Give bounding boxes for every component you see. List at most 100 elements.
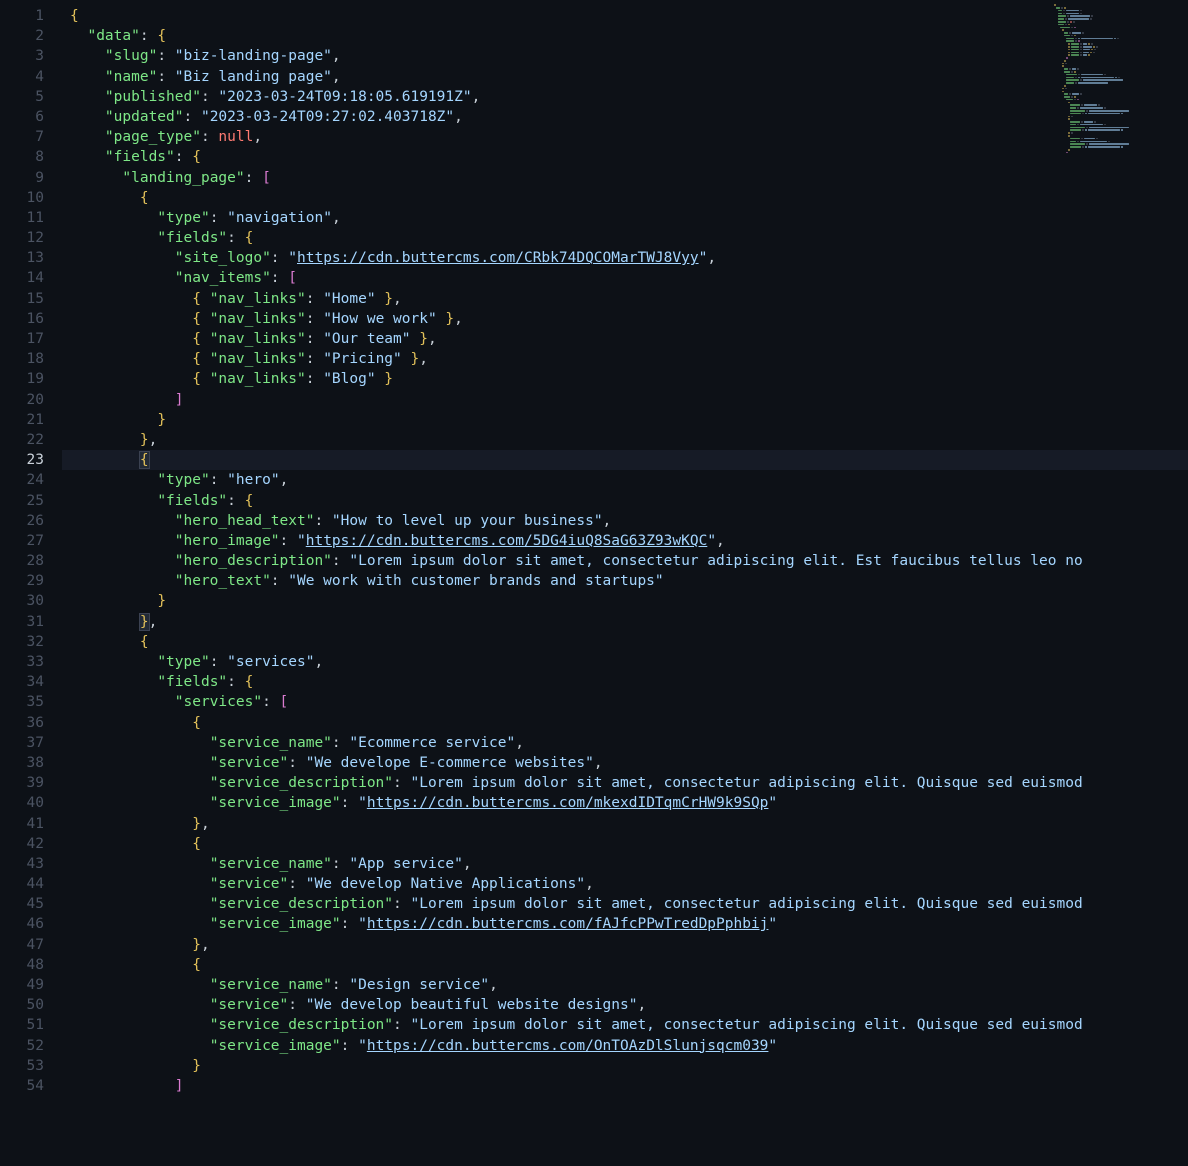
code-line[interactable]: "type": "navigation", (62, 208, 1188, 228)
code-line[interactable]: "service_image": "https://cdn.buttercms.… (62, 1036, 1188, 1056)
token-brace: { (245, 674, 254, 690)
code-line[interactable]: "data": { (62, 26, 1188, 46)
line-number: 5 (0, 87, 62, 107)
token-str: "Lorem ipsum dolor sit amet, consectetur… (410, 896, 1082, 912)
line-number: 31 (0, 612, 62, 632)
code-line[interactable]: }, (62, 430, 1188, 450)
token-punc: : (341, 1038, 358, 1054)
code-line[interactable]: "service_name": "Design service", (62, 975, 1188, 995)
token-punc: : (201, 89, 218, 105)
code-line[interactable]: "services": [ (62, 692, 1188, 712)
code-line[interactable]: "fields": { (62, 228, 1188, 248)
token-punc: : (175, 149, 192, 165)
code-line[interactable]: { (62, 6, 1188, 26)
token-brace: } (192, 937, 201, 953)
code-area[interactable]: { "data": { "slug": "biz-landing-page", … (62, 0, 1188, 1166)
code-line[interactable]: { (62, 834, 1188, 854)
token-punc: : (306, 291, 323, 307)
code-line[interactable]: { (62, 450, 1188, 470)
code-line[interactable]: ] (62, 390, 1188, 410)
code-line[interactable]: "hero_description": "Lorem ipsum dolor s… (62, 551, 1188, 571)
line-number: 48 (0, 955, 62, 975)
code-line[interactable]: }, (62, 612, 1188, 632)
token-punc: : (288, 755, 305, 771)
token-str: "Our team" (323, 331, 410, 347)
code-line[interactable]: } (62, 591, 1188, 611)
line-number: 13 (0, 248, 62, 268)
gutter-line-numbers[interactable]: 1234567891011121314151617181920212223242… (0, 0, 62, 1166)
token-punc: : (210, 210, 227, 226)
code-line[interactable]: { (62, 713, 1188, 733)
token-link: https://cdn.buttercms.com/5DG4iuQ8SaG63Z… (306, 533, 708, 549)
code-line[interactable]: "nav_items": [ (62, 268, 1188, 288)
code-editor[interactable]: 1234567891011121314151617181920212223242… (0, 0, 1188, 1166)
token-brace: } (192, 1058, 201, 1074)
code-line[interactable]: { "nav_links": "Blog" } (62, 369, 1188, 389)
token-key: "service_description" (210, 896, 393, 912)
code-line[interactable]: { (62, 188, 1188, 208)
code-line[interactable]: "hero_text": "We work with customer bran… (62, 571, 1188, 591)
line-number: 19 (0, 369, 62, 389)
token-punc: : (393, 775, 410, 791)
code-line[interactable]: "service": "We develop Native Applicatio… (62, 874, 1188, 894)
token-bracket: [ (262, 170, 271, 186)
token-bracket: ] (175, 392, 184, 408)
code-line[interactable]: "page_type": null, (62, 127, 1188, 147)
token-punc: , (603, 513, 612, 529)
code-line[interactable]: "landing_page": [ (62, 168, 1188, 188)
token-punc: , (637, 997, 646, 1013)
code-line[interactable]: "service_description": "Lorem ipsum dolo… (62, 1015, 1188, 1035)
token-str: " (358, 916, 367, 932)
code-line[interactable]: "updated": "2023-03-24T09:27:02.403718Z"… (62, 107, 1188, 127)
token-punc: : (271, 250, 288, 266)
token-punc: , (280, 472, 289, 488)
token-brace: } (157, 412, 166, 428)
code-line[interactable]: { "nav_links": "Pricing" }, (62, 349, 1188, 369)
token-punc: : (210, 472, 227, 488)
code-line[interactable]: "type": "services", (62, 652, 1188, 672)
code-line[interactable]: "hero_image": "https://cdn.buttercms.com… (62, 531, 1188, 551)
code-line[interactable]: "hero_head_text": "How to level up your … (62, 511, 1188, 531)
code-line[interactable]: "service_name": "Ecommerce service", (62, 733, 1188, 753)
token-brace: { (140, 190, 149, 206)
code-line[interactable]: "fields": { (62, 147, 1188, 167)
code-line[interactable]: "slug": "biz-landing-page", (62, 46, 1188, 66)
line-number: 52 (0, 1036, 62, 1056)
code-line[interactable]: ] (62, 1076, 1188, 1096)
token-key: "type" (157, 654, 209, 670)
token-brace: } (140, 432, 149, 448)
code-line[interactable]: }, (62, 935, 1188, 955)
token-key: "nav_links" (210, 331, 306, 347)
code-line[interactable]: "fields": { (62, 672, 1188, 692)
code-line[interactable]: }, (62, 814, 1188, 834)
code-line[interactable]: "type": "hero", (62, 470, 1188, 490)
code-line[interactable]: "service_name": "App service", (62, 854, 1188, 874)
code-line[interactable]: "published": "2023-03-24T09:18:05.619191… (62, 87, 1188, 107)
code-line[interactable]: "fields": { (62, 491, 1188, 511)
code-line[interactable]: "service_image": "https://cdn.buttercms.… (62, 793, 1188, 813)
token-brace: { (192, 351, 209, 367)
code-line[interactable]: { "nav_links": "Our team" }, (62, 329, 1188, 349)
code-line[interactable]: "service": "We develop beautiful website… (62, 995, 1188, 1015)
code-line[interactable]: { (62, 632, 1188, 652)
line-number: 23 (0, 450, 62, 470)
code-line[interactable]: } (62, 410, 1188, 430)
code-line[interactable]: "service_description": "Lorem ipsum dolo… (62, 894, 1188, 914)
token-str: "Pricing" (323, 351, 402, 367)
token-brace: { (157, 28, 166, 44)
token-key: "service_name" (210, 856, 332, 872)
code-line[interactable]: "site_logo": "https://cdn.buttercms.com/… (62, 248, 1188, 268)
code-line[interactable]: "service_description": "Lorem ipsum dolo… (62, 773, 1188, 793)
token-key: "fields" (157, 674, 227, 690)
token-brace: } (402, 351, 419, 367)
code-line[interactable]: { (62, 955, 1188, 975)
code-line[interactable]: } (62, 1056, 1188, 1076)
code-line[interactable]: "name": "Biz landing page", (62, 67, 1188, 87)
code-line[interactable]: { "nav_links": "Home" }, (62, 289, 1188, 309)
token-punc: : (227, 230, 244, 246)
line-number: 38 (0, 753, 62, 773)
code-line[interactable]: "service_image": "https://cdn.buttercms.… (62, 914, 1188, 934)
token-brace: } (376, 371, 393, 387)
code-line[interactable]: "service": "We develope E-commerce websi… (62, 753, 1188, 773)
code-line[interactable]: { "nav_links": "How we work" }, (62, 309, 1188, 329)
